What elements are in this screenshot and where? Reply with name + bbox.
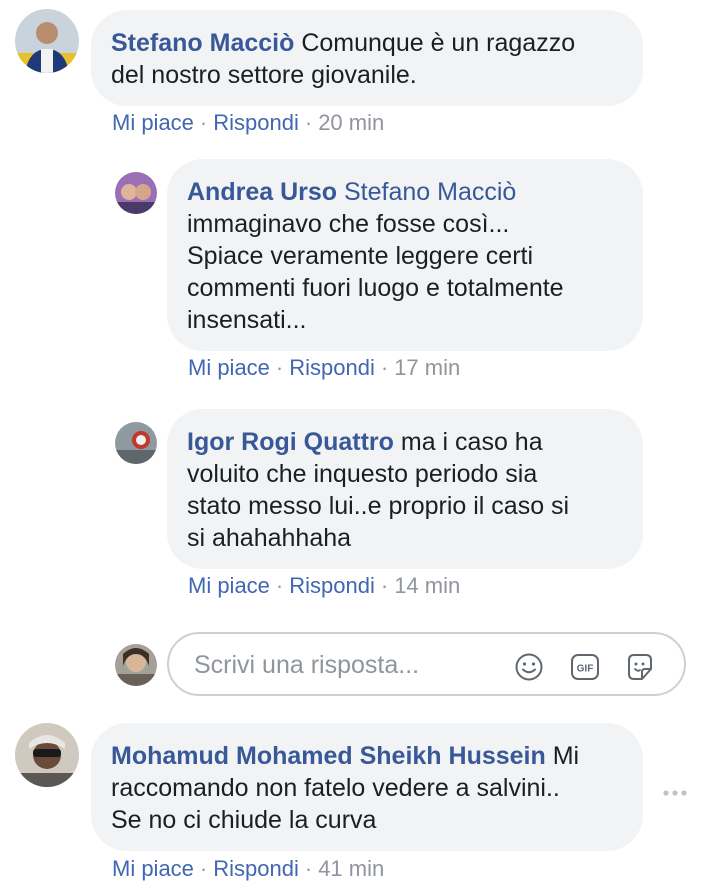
comment-text: stato messo lui..e proprio il caso si — [187, 492, 570, 520]
svg-text:GIF: GIF — [577, 664, 594, 675]
reply-link[interactable]: Rispondi — [289, 573, 375, 598]
reply-placeholder: Scrivi una risposta... — [194, 651, 420, 679]
comment-author[interactable]: Igor Rogi Quattro — [187, 428, 394, 456]
avatar-mohamud[interactable] — [15, 723, 79, 787]
reply-input[interactable]: Scrivi una risposta... GIF — [167, 632, 686, 696]
avatar-current-user — [115, 644, 157, 686]
comment-author[interactable]: Stefano Macciò — [111, 29, 294, 57]
avatar-stefano[interactable] — [15, 9, 79, 73]
comment-bubble: Andrea Urso Stefano Macciò immaginavo ch… — [167, 159, 643, 351]
avatar-igor[interactable] — [115, 422, 157, 464]
comment-text: Se no ci chiude la curva — [111, 806, 377, 834]
reply-link[interactable]: Rispondi — [213, 110, 299, 135]
comment-author[interactable]: Mohamud Mohamed Sheikh Hussein — [111, 742, 546, 770]
comment-actions: Mi piace · Rispondi · 17 min — [188, 355, 461, 380]
comment-text: immaginavo che fosse così... — [187, 210, 510, 238]
comment-text: Comunque è un ragazzo — [301, 29, 576, 57]
comment-actions: Mi piace · Rispondi · 41 min — [112, 856, 385, 881]
comment-text: ma i caso ha — [400, 428, 543, 456]
comment-actions: Mi piace · Rispondi · 20 min — [112, 110, 385, 135]
avatar-andrea[interactable] — [115, 172, 157, 214]
emoji-icon[interactable] — [514, 652, 544, 682]
comment-text: insensati... — [187, 306, 307, 334]
mention-link[interactable]: Stefano Macciò — [344, 178, 516, 206]
comment-text: Spiace veramente leggere certi — [187, 242, 534, 270]
gif-icon[interactable]: GIF — [570, 652, 600, 682]
more-options-icon[interactable] — [660, 785, 690, 801]
comment-bubble: Stefano Macciò Comunque è un ragazzo del… — [91, 10, 643, 106]
reply-link[interactable]: Rispondi — [289, 355, 375, 380]
comment-time[interactable]: 41 min — [318, 856, 384, 881]
comment-text: raccomando non fatelo vedere a salvini.. — [111, 774, 560, 802]
comment-text: voluito che inquesto periodo sia — [187, 460, 538, 488]
reply-link[interactable]: Rispondi — [213, 856, 299, 881]
comment-time[interactable]: 17 min — [394, 355, 460, 380]
like-link[interactable]: Mi piace — [188, 355, 270, 380]
like-link[interactable]: Mi piace — [188, 573, 270, 598]
comment-text: si ahahahhaha — [187, 524, 352, 552]
comment-text: del nostro settore giovanile. — [111, 61, 417, 89]
comment-author[interactable]: Andrea Urso — [187, 178, 337, 206]
like-link[interactable]: Mi piace — [112, 110, 194, 135]
comment-time[interactable]: 14 min — [394, 573, 460, 598]
sticker-icon[interactable] — [625, 652, 655, 682]
comment-actions: Mi piace · Rispondi · 14 min — [188, 573, 461, 598]
like-link[interactable]: Mi piace — [112, 856, 194, 881]
comment-text: Mi — [552, 742, 580, 770]
comment-bubble: Igor Rogi Quattro ma i caso ha voluito c… — [167, 409, 643, 569]
comment-time[interactable]: 20 min — [318, 110, 384, 135]
comment-text: commenti fuori luogo e totalmente — [187, 274, 564, 302]
comment-bubble: Mohamud Mohamed Sheikh Hussein Mi raccom… — [91, 723, 643, 851]
